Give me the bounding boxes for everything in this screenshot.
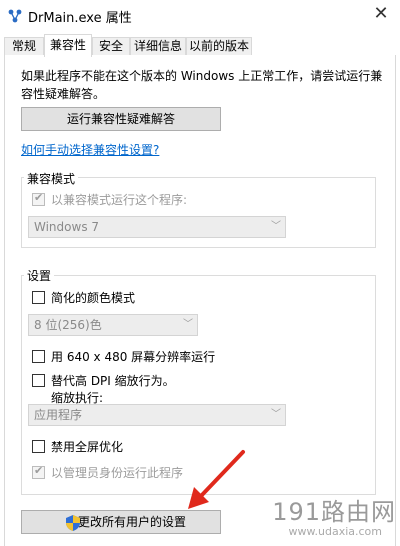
reduced-color-label: 简化的颜色模式: [51, 291, 136, 305]
tab-details[interactable]: 详细信息: [130, 37, 186, 56]
disable-fullscreen-row[interactable]: 禁用全屏优化: [32, 438, 232, 456]
reduced-color-row[interactable]: 简化的颜色模式: [32, 289, 232, 307]
close-button[interactable]: ✕: [364, 0, 398, 28]
settings-label: 设置: [24, 267, 55, 284]
compat-mode-checkbox[interactable]: ✔: [32, 191, 45, 206]
watermark-brand: 191路由网: [272, 498, 396, 526]
compat-mode-checkbox-row[interactable]: ✔ 以兼容模式运行这个程序:: [32, 191, 292, 209]
color-depth-value: 8 位(256)色: [34, 318, 102, 332]
checkmark-icon: ✔: [34, 464, 44, 477]
compat-mode-checkbox-label: 以兼容模式运行这个程序:: [51, 193, 188, 207]
app-icon: [8, 9, 22, 23]
compat-mode-label: 兼容模式: [24, 170, 79, 187]
change-all-users-button[interactable]: 更改所有用户的设置: [21, 510, 221, 534]
res-640-label: 用 640 x 480 屏幕分辨率运行: [51, 350, 216, 364]
disable-fullscreen-label: 禁用全屏优化: [51, 440, 124, 454]
dpi-override-checkbox[interactable]: [32, 374, 45, 387]
uac-shield-icon: [66, 515, 80, 531]
os-version-value: Windows 7: [34, 220, 100, 234]
disable-fullscreen-checkbox[interactable]: [32, 440, 45, 453]
run-as-admin-checkbox[interactable]: ✔: [32, 464, 45, 479]
chevron-down-icon: ﹀: [183, 319, 193, 330]
intro-text: 如果此程序不能在这个版本的 Windows 上正常工作，请尝试运行兼容性疑难解答…: [21, 69, 383, 101]
reduced-color-checkbox[interactable]: [32, 291, 45, 304]
dpi-override-label: 替代高 DPI 缩放行为。: [51, 374, 175, 388]
color-depth-select[interactable]: 8 位(256)色 ﹀: [28, 314, 198, 336]
manual-settings-link[interactable]: 如何手动选择兼容性设置?: [21, 141, 159, 158]
change-all-users-label: 更改所有用户的设置: [77, 515, 186, 529]
tab-previous-versions[interactable]: 以前的版本: [186, 37, 252, 56]
dpi-override-row[interactable]: 替代高 DPI 缩放行为。 缩放执行:: [32, 372, 292, 408]
res-640-checkbox[interactable]: [32, 350, 45, 363]
run-as-admin-row[interactable]: ✔ 以管理员身份运行此程序: [32, 464, 252, 482]
dpi-scaling-value: 应用程序: [34, 408, 83, 422]
tab-compatibility[interactable]: 兼容性: [44, 34, 92, 57]
tab-strip: 常规 兼容性 安全 详细信息 以前的版本: [0, 32, 400, 57]
res-640-row[interactable]: 用 640 x 480 屏幕分辨率运行: [32, 348, 292, 366]
tab-general[interactable]: 常规: [4, 37, 44, 56]
chevron-down-icon: ﹀: [271, 409, 281, 420]
window-title: DrMain.exe 属性: [28, 11, 132, 26]
run-as-admin-label: 以管理员身份运行此程序: [51, 466, 184, 480]
watermark-url: www.udaxia.com: [288, 525, 382, 538]
run-troubleshooter-button[interactable]: 运行兼容性疑难解答: [21, 107, 221, 131]
dpi-scaling-select[interactable]: 应用程序 ﹀: [28, 404, 286, 426]
os-version-select[interactable]: Windows 7 ﹀: [28, 216, 286, 238]
close-icon: ✕: [373, 3, 389, 24]
tab-security[interactable]: 安全: [92, 37, 130, 56]
title-bar: DrMain.exe 属性 ✕: [0, 0, 400, 32]
checkmark-icon: ✔: [34, 191, 44, 204]
chevron-down-icon: ﹀: [271, 221, 281, 232]
